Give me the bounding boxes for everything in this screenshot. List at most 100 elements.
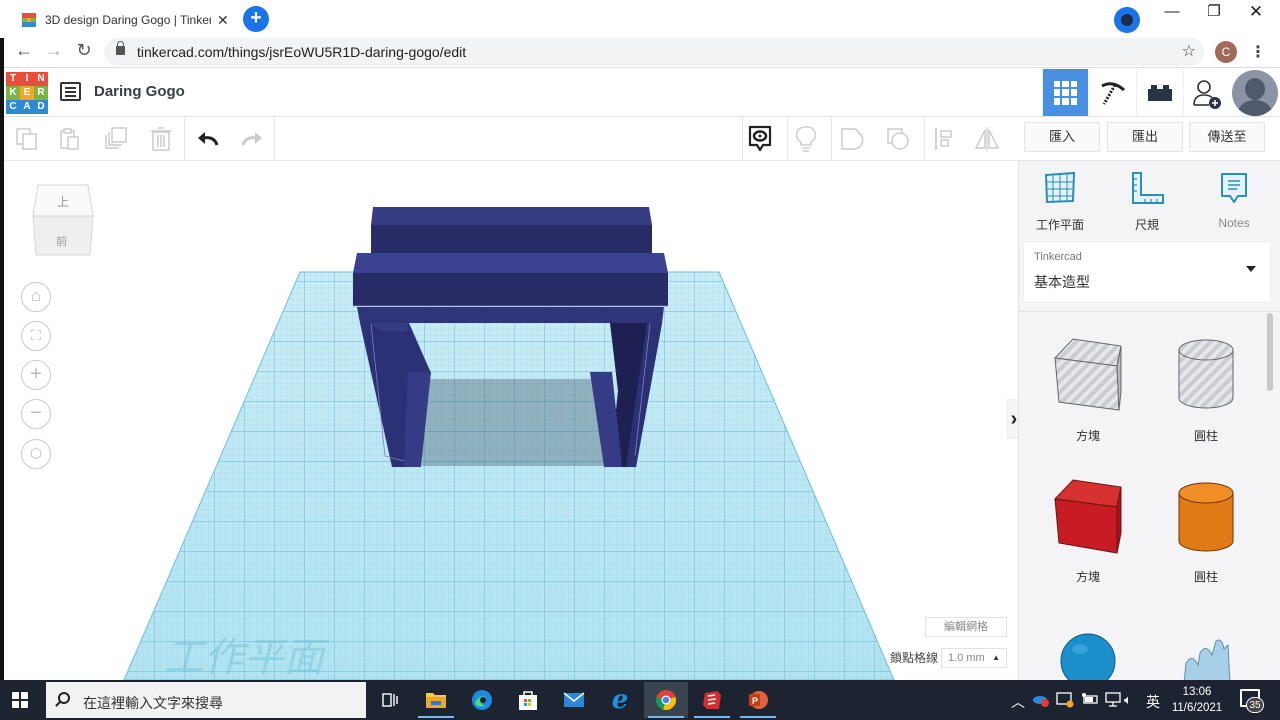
shape-library-select[interactable]: Tinkercad 基本造型 [1023, 241, 1271, 303]
logo-letter: A [20, 100, 34, 114]
cylinder-icon [1178, 482, 1234, 552]
shape-label: 圓柱 [1193, 429, 1218, 443]
url-text[interactable]: tinkercad.com/things/jsrEoWU5R1D-daring-… [137, 44, 466, 60]
extension-icon[interactable] [1114, 7, 1140, 33]
user-avatar[interactable] [1232, 70, 1278, 116]
mirror-button[interactable] [972, 125, 1002, 153]
tinkercad-logo[interactable]: T I N K E R C A D [6, 72, 48, 114]
copy-button[interactable] [12, 125, 42, 153]
browser-menu-icon[interactable]: ⋮ [1250, 42, 1266, 62]
shape-cylinder-hole[interactable]: 圓柱 [1161, 336, 1251, 444]
snap-grid-select[interactable]: 1.0 mm ▲ [941, 648, 1007, 668]
workplane-canvas[interactable]: 工作平面 [4, 161, 1018, 680]
view-cube-top-label[interactable]: 上 [57, 193, 69, 210]
workplane-tool[interactable]: 工作平面 [1025, 171, 1095, 233]
zoom-in-button[interactable]: + [21, 360, 51, 390]
notes-visibility-button[interactable] [745, 125, 775, 153]
export-button[interactable]: 匯出 [1107, 122, 1183, 152]
toolbar-divider [831, 117, 832, 161]
back-icon[interactable]: ← [12, 40, 36, 61]
design-name[interactable]: Daring Gogo [94, 83, 185, 100]
send-to-button[interactable]: 傳送至 [1189, 122, 1265, 152]
window-close-button[interactable]: ✕ [1236, 2, 1276, 26]
mail-button[interactable] [552, 682, 596, 718]
shapes-scrollbar[interactable] [1267, 313, 1273, 391]
volume-icon[interactable]: 🔈︎ [1124, 692, 1132, 708]
store-button[interactable] [506, 682, 550, 718]
address-bar[interactable]: tinkercad.com/things/jsrEoWU5R1D-daring-… [104, 38, 1204, 66]
new-tab-button[interactable]: + [243, 6, 269, 32]
task-view-button[interactable] [368, 682, 412, 718]
tab-close-icon[interactable]: ✕ [217, 12, 229, 29]
start-button[interactable] [12, 692, 28, 708]
file-explorer-button[interactable] [414, 682, 458, 718]
edge-button[interactable] [460, 682, 504, 718]
grid-icon [1053, 80, 1078, 105]
light-button[interactable] [791, 125, 821, 153]
restore-button[interactable]: ❐ [1194, 2, 1234, 26]
panel-collapse-toggle[interactable]: › [1007, 399, 1018, 439]
bricks-mode-button[interactable] [1136, 69, 1182, 116]
meet-now-icon[interactable] [1056, 692, 1074, 711]
view-cube-front-label[interactable]: 前 [56, 233, 67, 249]
ime-indicator[interactable]: 英 [1146, 692, 1160, 712]
onedrive-icon[interactable] [1032, 692, 1050, 711]
model-shadow [422, 379, 604, 466]
clock-date: 11/6/2021 [1171, 702, 1223, 714]
zoom-out-button[interactable]: − [21, 399, 51, 429]
align-button[interactable] [929, 125, 959, 153]
redo-button[interactable] [237, 125, 267, 153]
fit-all-button[interactable]: ⛶ [21, 321, 51, 351]
forward-icon[interactable]: → [42, 40, 66, 61]
logo-letter: I [20, 72, 34, 86]
add-user-icon [1192, 79, 1221, 109]
shape-sphere[interactable] [1043, 631, 1133, 680]
internet-explorer-button[interactable]: e [598, 682, 642, 718]
duplicate-button[interactable] [101, 125, 131, 153]
codeblocks-mode-button[interactable] [1089, 69, 1135, 116]
shapes-panel: 工作平面 尺規 Notes Tinkercad 基本造型 方塊 圓柱 方塊 圓柱 [1018, 161, 1280, 680]
invite-user-button[interactable] [1183, 69, 1229, 116]
home-view-button[interactable]: ⌂ [21, 282, 51, 312]
profile-avatar[interactable]: C [1215, 41, 1237, 63]
svg-text:P: P [752, 696, 758, 706]
chrome-button[interactable] [644, 682, 688, 718]
shape-box-hole[interactable]: 方塊 [1043, 336, 1133, 444]
taskbar-search-placeholder: 在這裡輸入文字來搜尋 [83, 695, 223, 711]
battery-icon[interactable] [1081, 692, 1099, 709]
import-button[interactable]: 匯入 [1024, 122, 1100, 152]
shape-label: 圓柱 [1193, 570, 1218, 584]
edit-grid-button[interactable]: 編輯網格 [925, 617, 1007, 637]
paste-button[interactable] [55, 125, 85, 153]
caret-up-icon: ▲ [992, 653, 1000, 662]
taskbar-clock[interactable]: 13:06 11/6/2021 [1168, 684, 1226, 716]
lightbulb-icon [795, 126, 817, 152]
shape-scribble[interactable] [1161, 635, 1251, 680]
delete-button[interactable] [146, 125, 176, 153]
notes-tool[interactable]: Notes [1199, 171, 1269, 230]
shape-cylinder[interactable]: 圓柱 [1161, 477, 1251, 585]
sketchup-button[interactable] [690, 682, 734, 718]
undo-button[interactable] [193, 125, 223, 153]
3d-workspace[interactable]: 工作平面 上 前 ⌂ ⛶ + − ⬡ › 編輯網格 鎖點格線 1.0 mm ▲ [4, 161, 1018, 680]
shape-box[interactable]: 方塊 [1043, 477, 1133, 585]
perspective-button[interactable]: ⬡ [21, 439, 51, 469]
running-indicator [740, 716, 776, 718]
brick-icon [1147, 84, 1172, 101]
workplane[interactable] [123, 271, 895, 680]
design-list-icon[interactable] [60, 82, 81, 101]
powerpoint-button[interactable]: P [736, 682, 780, 718]
tray-overflow-icon[interactable]: ︿ [1011, 692, 1025, 712]
bookmark-star-icon[interactable]: ☆ [1182, 41, 1196, 61]
taskbar-search[interactable]: 在這裡輸入文字來搜尋 [46, 682, 366, 718]
ruler-tool[interactable]: 尺規 [1112, 171, 1182, 233]
3d-design-mode-button[interactable] [1042, 69, 1088, 116]
browser-tab[interactable]: 3D design Daring Gogo | Tinker ✕ [10, 4, 238, 36]
workplane-shape-button[interactable] [837, 125, 867, 153]
view-cube[interactable]: 上 前 [32, 183, 94, 257]
minimize-button[interactable]: — [1152, 2, 1192, 26]
toolbar-divider [184, 117, 185, 161]
reload-icon[interactable]: ↻ [72, 40, 96, 61]
group-shape-button[interactable] [883, 125, 913, 153]
network-icon[interactable] [1104, 692, 1122, 711]
